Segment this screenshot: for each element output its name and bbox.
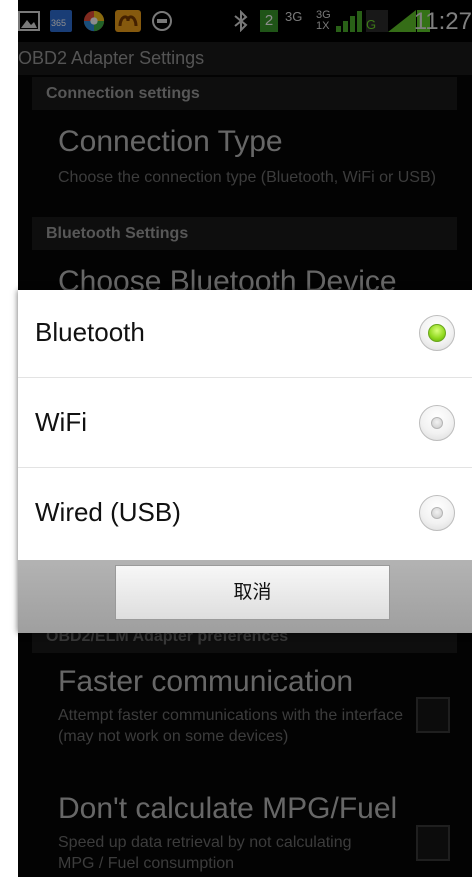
option-wifi-label: WiFi [35,407,87,437]
radio-dot [431,507,443,519]
option-bluetooth[interactable]: Bluetooth [18,290,472,378]
radio-wifi[interactable] [419,405,455,441]
radio-wired-usb[interactable] [419,495,455,531]
option-bluetooth-label: Bluetooth [35,317,145,347]
cancel-button[interactable]: 取消 [115,565,390,620]
radio-bluetooth[interactable] [419,315,455,351]
option-wired-usb-label: Wired (USB) [35,497,181,527]
option-wifi[interactable]: WiFi [18,380,472,468]
dialog-button-bar: 取消 [18,560,472,633]
connection-type-dialog: Bluetooth WiFi Wired (USB) 取消 [18,290,472,633]
radio-dot-selected [428,324,446,342]
radio-dot [431,417,443,429]
option-wired-usb[interactable]: Wired (USB) [18,470,472,558]
